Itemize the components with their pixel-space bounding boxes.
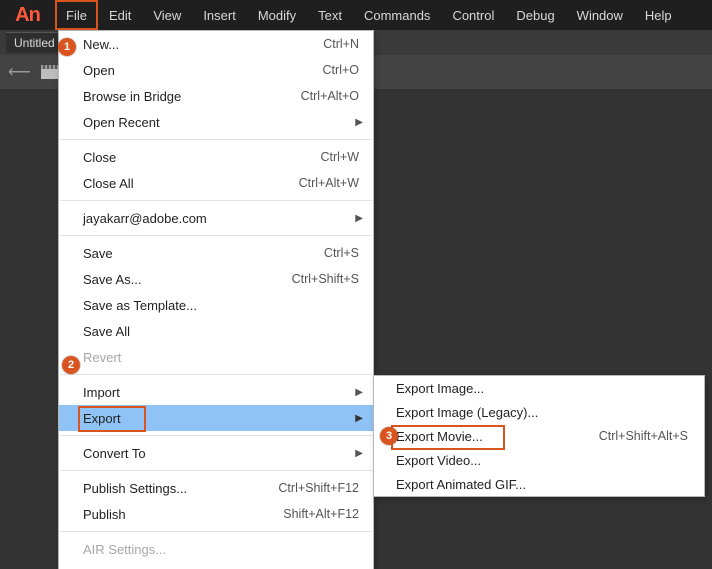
file-menu-item-save-as[interactable]: Save As...Ctrl+Shift+S — [59, 266, 373, 292]
menu-edit[interactable]: Edit — [98, 0, 142, 30]
submenu-item-label: Export Video... — [396, 453, 688, 468]
menu-item-label: Close All — [83, 176, 299, 191]
menu-item-shortcut: Ctrl+Alt+W — [299, 176, 359, 190]
export-item-export-image-legacy[interactable]: Export Image (Legacy)... — [374, 400, 704, 424]
file-menu-item-publish[interactable]: PublishShift+Alt+F12 — [59, 501, 373, 527]
menu-commands[interactable]: Commands — [353, 0, 441, 30]
menu-item-label: Open Recent — [83, 115, 359, 130]
file-menu-item-convert-to[interactable]: Convert To▶ — [59, 440, 373, 466]
document-tab[interactable]: Untitled — [6, 32, 63, 53]
file-menu-item-jayakarr-adobe-com[interactable]: jayakarr@adobe.com▶ — [59, 205, 373, 231]
chevron-right-icon: ▶ — [355, 448, 363, 459]
file-menu-item-open[interactable]: OpenCtrl+O — [59, 57, 373, 83]
menu-text[interactable]: Text — [307, 0, 353, 30]
file-menu-item-save[interactable]: SaveCtrl+S — [59, 240, 373, 266]
menu-separator — [60, 235, 372, 236]
title-bar: An File Edit View Insert Modify Text Com… — [0, 0, 712, 30]
menu-item-shortcut: Ctrl+O — [323, 63, 359, 77]
submenu-item-label: Export Image (Legacy)... — [396, 405, 688, 420]
export-submenu: Export Image... Export Image (Legacy)... E… — [373, 375, 705, 497]
menu-separator — [60, 435, 372, 436]
menu-item-shortcut: Ctrl+Shift+F12 — [278, 481, 359, 495]
export-item-export-image[interactable]: Export Image... — [374, 376, 704, 400]
menu-item-label: Convert To — [83, 446, 359, 461]
menu-item-shortcut: Shift+Alt+F12 — [283, 507, 359, 521]
back-arrow-icon[interactable]: ⟵ — [8, 62, 31, 82]
file-menu-item-import[interactable]: Import▶ — [59, 379, 373, 405]
file-menu-item-open-recent[interactable]: Open Recent▶ — [59, 109, 373, 135]
file-menu-item-save-as-template[interactable]: Save as Template... — [59, 292, 373, 318]
file-menu-item-air-settings: AIR Settings... — [59, 536, 373, 562]
submenu-item-label: Export Movie... — [396, 429, 599, 444]
file-menu-item-revert: Revert — [59, 344, 373, 370]
menu-separator — [60, 200, 372, 201]
submenu-item-label: Export Image... — [396, 381, 688, 396]
app-logo: An — [0, 0, 55, 30]
menu-insert[interactable]: Insert — [192, 0, 247, 30]
menu-control[interactable]: Control — [441, 0, 505, 30]
menu-item-label: Open — [83, 63, 323, 78]
menu-item-label: Publish Settings... — [83, 481, 278, 496]
chevron-right-icon: ▶ — [355, 413, 363, 424]
menu-item-label: Import — [83, 385, 359, 400]
menu-item-label: Publish — [83, 507, 283, 522]
submenu-item-shortcut: Ctrl+Shift+Alt+S — [599, 429, 688, 443]
chevron-right-icon: ▶ — [355, 117, 363, 128]
chevron-right-icon: ▶ — [355, 213, 363, 224]
menu-modify[interactable]: Modify — [247, 0, 307, 30]
menu-item-label: Save As... — [83, 272, 292, 287]
file-menu-item-close-all[interactable]: Close AllCtrl+Alt+W — [59, 170, 373, 196]
menu-item-shortcut: Ctrl+Alt+O — [301, 89, 359, 103]
submenu-item-label: Export Animated GIF... — [396, 477, 688, 492]
menu-item-label: Close — [83, 150, 320, 165]
menu-item-label: Export — [83, 411, 359, 426]
menubar: File Edit View Insert Modify Text Comman… — [55, 0, 683, 30]
export-item-export-movie[interactable]: Export Movie...Ctrl+Shift+Alt+S — [374, 424, 704, 448]
export-item-export-animated-gif[interactable]: Export Animated GIF... — [374, 472, 704, 496]
menu-item-label: Save — [83, 246, 324, 261]
menu-separator — [60, 531, 372, 532]
menu-separator — [60, 374, 372, 375]
file-menu-item-browse-in-bridge[interactable]: Browse in BridgeCtrl+Alt+O — [59, 83, 373, 109]
export-item-export-video[interactable]: Export Video... — [374, 448, 704, 472]
menu-item-shortcut: Ctrl+S — [324, 246, 359, 260]
menu-item-label: Save All — [83, 324, 359, 339]
file-menu-item-new[interactable]: New...Ctrl+N — [59, 31, 373, 57]
menu-item-shortcut: Ctrl+Shift+S — [292, 272, 359, 286]
menu-item-label: jayakarr@adobe.com — [83, 211, 359, 226]
step-badge-2: 2 — [62, 356, 80, 374]
menu-file[interactable]: File — [55, 0, 98, 30]
file-menu-item-actionscript-settings: ActionScript Settings... — [59, 562, 373, 569]
menu-separator — [60, 470, 372, 471]
menu-debug[interactable]: Debug — [505, 0, 565, 30]
menu-item-label: Revert — [83, 350, 359, 365]
scene-icon[interactable] — [41, 65, 59, 79]
step-badge-3: 3 — [380, 427, 398, 445]
file-menu-item-export[interactable]: Export▶ — [59, 405, 373, 431]
menu-window[interactable]: Window — [566, 0, 634, 30]
file-menu-item-close[interactable]: CloseCtrl+W — [59, 144, 373, 170]
menu-view[interactable]: View — [142, 0, 192, 30]
file-menu-item-publish-settings[interactable]: Publish Settings...Ctrl+Shift+F12 — [59, 475, 373, 501]
menu-item-shortcut: Ctrl+N — [323, 37, 359, 51]
menu-item-label: Browse in Bridge — [83, 89, 301, 104]
file-menu-dropdown: New...Ctrl+NOpenCtrl+OBrowse in BridgeCt… — [58, 30, 374, 569]
file-menu-item-save-all[interactable]: Save All — [59, 318, 373, 344]
menu-item-shortcut: Ctrl+W — [320, 150, 359, 164]
step-badge-1: 1 — [58, 38, 76, 56]
menu-item-label: New... — [83, 37, 323, 52]
menu-help[interactable]: Help — [634, 0, 683, 30]
menu-item-label: Save as Template... — [83, 298, 359, 313]
chevron-right-icon: ▶ — [355, 387, 363, 398]
menu-item-label: AIR Settings... — [83, 542, 359, 557]
menu-separator — [60, 139, 372, 140]
